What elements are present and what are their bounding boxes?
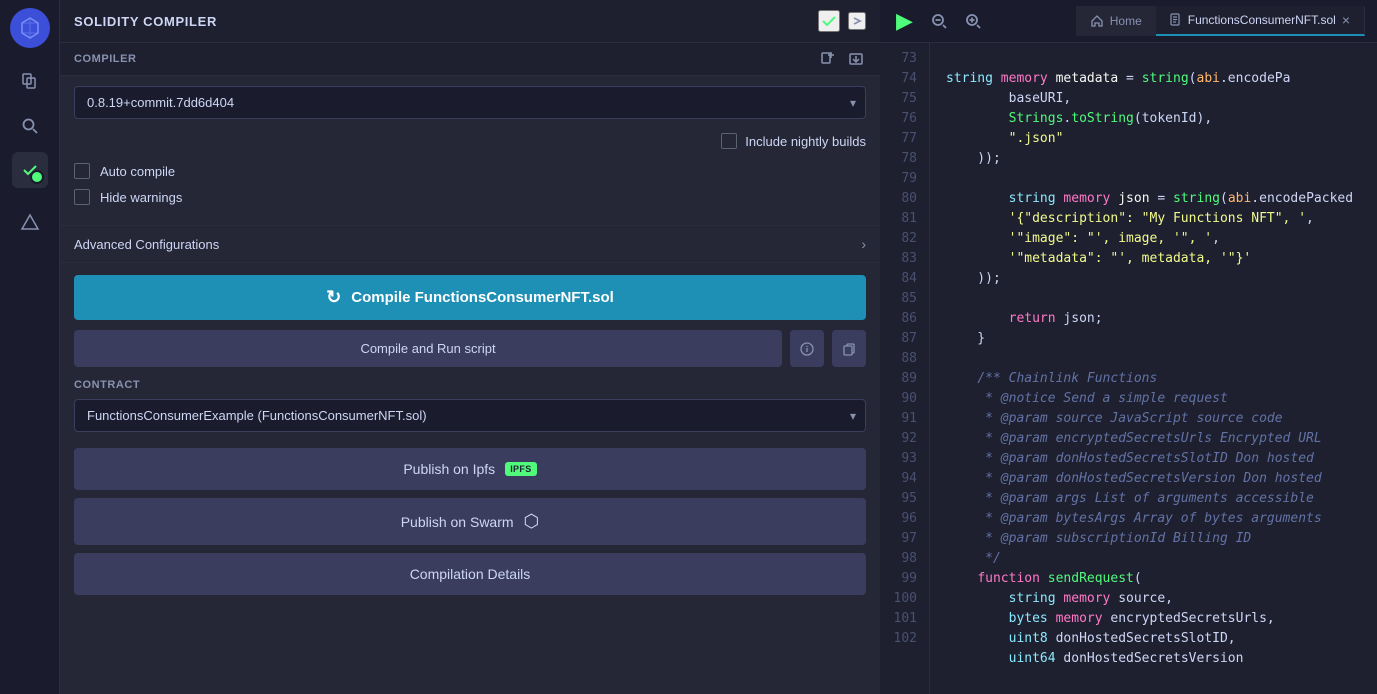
nightly-builds-row: Include nightly builds bbox=[60, 129, 880, 159]
publish-ipfs-label: Publish on Ipfs bbox=[403, 461, 495, 477]
nightly-checkbox-wrap: Include nightly builds bbox=[721, 133, 866, 149]
compile-run-info-button[interactable] bbox=[790, 330, 824, 367]
contract-select[interactable]: FunctionsConsumerExample (FunctionsConsu… bbox=[74, 399, 866, 432]
advanced-config-row[interactable]: Advanced Configurations › bbox=[60, 225, 880, 263]
tab-close-icon[interactable]: × bbox=[1342, 12, 1350, 28]
sidebar-item-files[interactable] bbox=[12, 64, 48, 100]
auto-compile-label: Auto compile bbox=[100, 164, 175, 179]
compiler-toolbar: COMPILER bbox=[60, 43, 880, 76]
home-tab-label: Home bbox=[1110, 14, 1142, 28]
panel-header: SOLIDITY COMPILER bbox=[60, 0, 880, 43]
run-button[interactable]: ▶ bbox=[892, 6, 917, 36]
toolbar-actions bbox=[818, 49, 866, 69]
nightly-label: Include nightly builds bbox=[745, 134, 866, 149]
contract-select-wrap: FunctionsConsumerExample (FunctionsConsu… bbox=[74, 399, 866, 432]
add-file-button[interactable] bbox=[818, 49, 838, 69]
code-editor: 73747576 77787980 81828384 85868788 8990… bbox=[880, 43, 1377, 694]
publish-swarm-button[interactable]: Publish on Swarm ⬡ bbox=[74, 498, 866, 545]
tab-home[interactable]: Home bbox=[1076, 6, 1156, 36]
hide-warnings-checkbox[interactable] bbox=[74, 189, 90, 205]
hide-warnings-row: Hide warnings bbox=[74, 189, 866, 205]
compile-run-button[interactable]: Compile and Run script bbox=[74, 330, 782, 367]
nightly-checkbox[interactable] bbox=[721, 133, 737, 149]
editor-area: ▶ Home FunctionsConsumerNFT.sol × 737475… bbox=[880, 0, 1377, 694]
deploy-section: Publish on Ipfs IPFS Publish on Swarm ⬡ … bbox=[60, 442, 880, 601]
editor-tabs: Home FunctionsConsumerNFT.sol × bbox=[1076, 6, 1365, 36]
auto-compile-checkbox[interactable] bbox=[74, 163, 90, 179]
editor-toolbar: ▶ Home FunctionsConsumerNFT.sol × bbox=[880, 0, 1377, 43]
version-select[interactable]: 0.8.19+commit.7dd6d404 0.8.18+commit.87f… bbox=[74, 86, 866, 119]
load-file-button[interactable] bbox=[846, 49, 866, 69]
publish-ipfs-button[interactable]: Publish on Ipfs IPFS bbox=[74, 448, 866, 490]
app-logo bbox=[10, 8, 50, 48]
sidebar-item-deploy[interactable] bbox=[12, 204, 48, 240]
compile-section: ↻ Compile FunctionsConsumerNFT.sol Compi… bbox=[60, 263, 880, 379]
active-tab-label: FunctionsConsumerNFT.sol bbox=[1188, 13, 1336, 27]
sidebar-item-compiler[interactable] bbox=[12, 152, 48, 188]
contract-section: CONTRACT FunctionsConsumerExample (Funct… bbox=[60, 379, 880, 442]
compile-run-label: Compile and Run script bbox=[360, 341, 495, 356]
compilation-details-button[interactable]: Compilation Details bbox=[74, 553, 866, 595]
compile-run-copy-button[interactable] bbox=[832, 330, 866, 367]
compile-button[interactable]: ↻ Compile FunctionsConsumerNFT.sol bbox=[74, 275, 866, 320]
line-numbers: 73747576 77787980 81828384 85868788 8990… bbox=[880, 43, 930, 694]
auto-compile-row: Auto compile bbox=[74, 163, 866, 179]
advanced-config-arrow-icon: › bbox=[861, 236, 866, 252]
compile-button-label: Compile FunctionsConsumerNFT.sol bbox=[351, 289, 614, 306]
zoom-in-button[interactable] bbox=[961, 11, 985, 31]
swarm-icon: ⬡ bbox=[524, 511, 540, 532]
header-arrow-icon[interactable] bbox=[848, 12, 866, 30]
sidebar-item-search[interactable] bbox=[12, 108, 48, 144]
sidebar bbox=[0, 0, 60, 694]
zoom-out-button[interactable] bbox=[927, 11, 951, 31]
version-selector-wrap: 0.8.19+commit.7dd6d404 0.8.18+commit.87f… bbox=[60, 76, 880, 129]
hide-warnings-label: Hide warnings bbox=[100, 190, 182, 205]
compilation-details-label: Compilation Details bbox=[410, 566, 531, 582]
panel-title: SOLIDITY COMPILER bbox=[74, 14, 217, 29]
compile-refresh-icon: ↻ bbox=[326, 287, 341, 308]
tab-active-file[interactable]: FunctionsConsumerNFT.sol × bbox=[1156, 6, 1365, 36]
header-actions bbox=[818, 10, 866, 32]
advanced-config-label: Advanced Configurations bbox=[74, 237, 219, 252]
header-check-icon[interactable] bbox=[818, 10, 840, 32]
compile-run-row: Compile and Run script bbox=[74, 330, 866, 367]
ipfs-badge: IPFS bbox=[505, 462, 536, 476]
contract-label: CONTRACT bbox=[74, 379, 866, 391]
publish-swarm-label: Publish on Swarm bbox=[401, 514, 514, 530]
options-section: Auto compile Hide warnings bbox=[60, 159, 880, 225]
compiler-panel: SOLIDITY COMPILER COMPILER bbox=[60, 0, 880, 694]
code-content[interactable]: string memory metadata = string(abi.enco… bbox=[930, 43, 1377, 694]
editor-toolbar-left: ▶ bbox=[892, 6, 985, 36]
compiler-label: COMPILER bbox=[74, 53, 136, 65]
